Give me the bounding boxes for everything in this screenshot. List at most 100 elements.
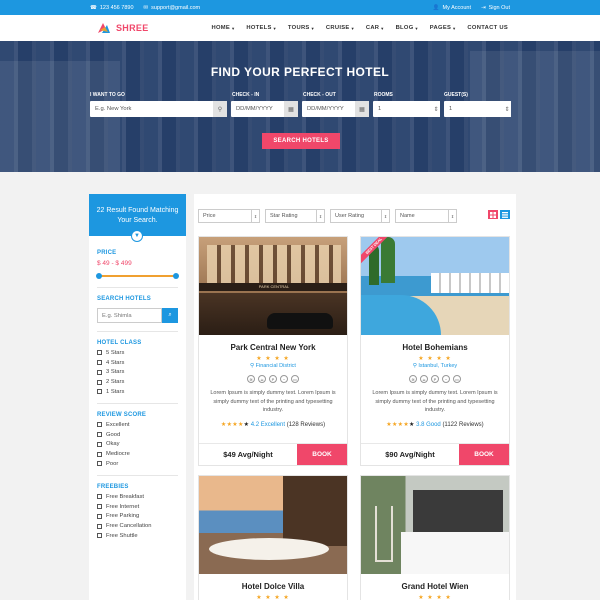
checkbox-box[interactable] (97, 513, 102, 519)
hotel-search-input[interactable]: E.g. Shimla (97, 308, 162, 323)
checkbox-box[interactable] (97, 451, 102, 457)
hotel-class-checkbox[interactable]: 4 Stars (97, 360, 178, 366)
destination-input[interactable]: E.g. New York ⚲ (90, 101, 227, 117)
review-score-checkbox[interactable]: Good (97, 432, 178, 438)
checkbox-box[interactable] (97, 369, 102, 375)
checkin-placeholder: DD/MM/YYYY (236, 106, 273, 112)
coffee-icon: ☕ (258, 375, 266, 383)
hotel-name[interactable]: Hotel Dolce Villa (199, 582, 347, 591)
hotel-name[interactable]: Park Central New York (199, 343, 347, 352)
hotel-location[interactable]: ⚲ Financial District (199, 363, 347, 369)
hotel-photo[interactable]: PARK CENTRAL (199, 237, 347, 335)
review-score-label: Poor (106, 460, 119, 467)
checkbox-box[interactable] (97, 504, 102, 510)
nav-item-car[interactable]: CAR ▼ (366, 25, 385, 31)
rooms-select[interactable]: 1 ⇕ (373, 101, 440, 117)
checkbox-box[interactable] (97, 461, 102, 467)
name-sort-label: Name (400, 213, 415, 219)
checkbox-box[interactable] (97, 360, 102, 366)
book-button[interactable]: BOOK (459, 444, 509, 465)
search-hotels-title: SEARCH HOTELS (97, 296, 151, 302)
hotel-location[interactable]: ⚲ Istanbul, Turkey (361, 363, 509, 369)
email-contact[interactable]: ✉ support@gmail.com (144, 5, 201, 11)
name-sort-select[interactable]: Name ⇕ (395, 209, 457, 223)
caret-down-icon: ▼ (452, 25, 457, 31)
star-rating-sort-select[interactable]: Star Rating ⇕ (265, 209, 325, 223)
pool-icon: ~ (442, 375, 450, 383)
nav-item-cruise[interactable]: CRUISE ▼ (326, 25, 355, 31)
hotel-class-checkbox[interactable]: 3 Stars (97, 369, 178, 375)
freebie-checkbox[interactable]: Free Cancellation (97, 523, 178, 529)
nav-item-blog[interactable]: BLOG ▼ (396, 25, 419, 31)
rating-stars: ★★★★ (386, 421, 410, 428)
hotel-class-label: 2 Stars (106, 379, 125, 386)
hotel-location-text: Istanbul, Turkey (418, 363, 458, 369)
checkbox-box[interactable] (97, 533, 102, 539)
freebie-checkbox[interactable]: Free Internet (97, 504, 178, 510)
brand-logo[interactable]: SHREE (96, 20, 149, 36)
checkbox-box[interactable] (97, 441, 102, 447)
freebie-checkbox[interactable]: Free Breakfast (97, 494, 178, 500)
price-slider[interactable] (96, 273, 179, 279)
review-score-checkbox[interactable]: Excellent (97, 422, 178, 428)
star-rating-sort-label: Star Rating (270, 213, 298, 219)
caret-down-icon: ▼ (272, 25, 277, 31)
nav-item-home[interactable]: HOME ▼ (211, 25, 235, 31)
hotel-class-checkbox[interactable]: 5 Stars (97, 350, 178, 356)
guests-select[interactable]: 1 ⇕ (444, 101, 511, 117)
hotel-name[interactable]: Hotel Bohemians (361, 343, 509, 352)
checkbox-box[interactable] (97, 494, 102, 500)
hotel-description: Lorem Ipsum is simply dummy text. Lorem … (210, 390, 336, 413)
list-view-icon[interactable] (500, 210, 510, 219)
search-hotels-button[interactable]: SEARCH HOTELS (262, 133, 340, 149)
hotel-card[interactable]: Grand Hotel Wien ★ ★ ★ ★ (360, 475, 510, 600)
sign-out-label: Sign Out (488, 4, 510, 11)
checkbox-box[interactable] (97, 350, 102, 356)
checkbox-box[interactable] (97, 422, 102, 428)
price-max-handle[interactable] (173, 273, 179, 279)
filter-icon[interactable]: ▼ (131, 230, 143, 242)
view-toggle (488, 210, 510, 219)
checkbox-box[interactable] (97, 389, 102, 395)
checkin-input[interactable]: DD/MM/YYYY ▦ (231, 101, 298, 117)
search-icon[interactable]: ⌕ (162, 308, 178, 323)
hotel-card[interactable]: Hotel Dolce Villa ★ ★ ★ ★ (198, 475, 348, 600)
review-score-checkbox[interactable]: Okay (97, 441, 178, 447)
review-score-checkbox[interactable]: Poor (97, 461, 178, 467)
freebie-checkbox[interactable]: Free Shuttle (97, 533, 178, 539)
sign-out-link[interactable]: ⇥ Sign Out (481, 5, 510, 11)
grid-view-icon[interactable] (488, 210, 498, 219)
destination-placeholder: E.g. New York (95, 106, 132, 112)
my-account-link[interactable]: 👤 My Account (433, 5, 471, 11)
hotel-name[interactable]: Grand Hotel Wien (361, 582, 509, 591)
rating-stars: ★★★★ (220, 421, 244, 428)
hotel-class-checkbox[interactable]: 1 Stars (97, 389, 178, 395)
nav-item-label: PAGES (429, 25, 452, 31)
chevron-down-icon: ⇕ (381, 210, 389, 222)
checkbox-box[interactable] (97, 432, 102, 438)
nav-item-hotels[interactable]: HOTELS ▼ (246, 25, 277, 31)
hotel-photo[interactable]: BEST DEAL (361, 237, 509, 335)
hotel-photo[interactable] (199, 476, 347, 574)
nav-item-pages[interactable]: PAGES ▼ (430, 25, 457, 31)
checkout-input[interactable]: DD/MM/YYYY ▦ (302, 101, 369, 117)
hotel-card[interactable]: BEST DEAL Hotel Bohemians ★ ★ ★ ★ ⚲ Ista… (360, 236, 510, 466)
nav-item-tours[interactable]: TOURS ▼ (288, 25, 315, 31)
checkbox-box[interactable] (97, 379, 102, 385)
book-button[interactable]: BOOK (297, 444, 347, 465)
nav-item-label: BLOG (395, 25, 414, 31)
freebie-label: Free Internet (106, 503, 140, 510)
hotel-class-checkbox[interactable]: 2 Stars (97, 379, 178, 385)
hotel-stars: ★ ★ ★ ★ (418, 356, 452, 362)
price-min-handle[interactable] (96, 273, 102, 279)
user-rating-sort-select[interactable]: User Rating ⇕ (330, 209, 390, 223)
hotel-card[interactable]: PARK CENTRAL Park Central New York ★ ★ ★… (198, 236, 348, 466)
phone-contact[interactable]: ☎ 123 456 7890 (90, 5, 134, 11)
hotel-photo[interactable] (361, 476, 509, 574)
hotel-search-field[interactable]: E.g. Shimla ⌕ (97, 308, 178, 323)
checkbox-box[interactable] (97, 523, 102, 529)
freebie-checkbox[interactable]: Free Parking (97, 513, 178, 519)
price-sort-select[interactable]: Price ⇕ (198, 209, 260, 223)
nav-item-contact-us[interactable]: CONTACT US (467, 25, 508, 31)
review-score-checkbox[interactable]: Mediocre (97, 451, 178, 457)
